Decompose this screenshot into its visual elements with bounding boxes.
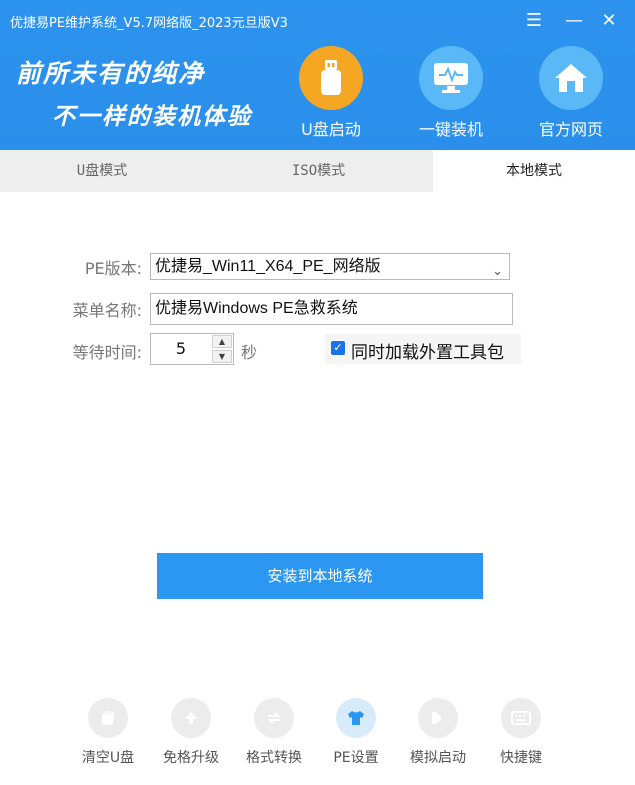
monitor-pulse-icon (419, 46, 483, 110)
tool-hotkeys[interactable]: 快捷键 (486, 698, 556, 767)
stepper-down-icon[interactable]: ▼ (212, 350, 232, 363)
wait-time-value: 5 (175, 339, 187, 358)
pe-version-value: 优捷易_Win11_X64_PE_网络版 (155, 258, 381, 275)
chevron-down-icon: ⌄ (492, 263, 503, 278)
tool-upgrade[interactable]: 免格升级 (156, 698, 226, 767)
convert-icon (254, 698, 294, 738)
nav-official-site-label: 官方网页 (538, 120, 603, 139)
play-icon (418, 698, 458, 738)
nav-official-site-button[interactable]: 官方网页 (526, 46, 616, 140)
tab-iso-mode[interactable]: ISO模式 (204, 150, 433, 192)
checkmark-icon: ✓ (331, 341, 345, 355)
menu-icon[interactable]: ☰ (519, 6, 549, 36)
nav-usb-boot-label: U盘启动 (301, 120, 361, 139)
usb-drive-icon (299, 46, 363, 110)
install-to-local-button[interactable]: 安装到本地系统 (157, 553, 483, 599)
tool-pe-settings-label: PE设置 (333, 750, 379, 766)
tool-simulate-boot[interactable]: 模拟启动 (403, 698, 473, 767)
load-tools-checkbox[interactable]: ✓ 同时加载外置工具包 (325, 334, 521, 364)
wait-time-label: 等待时间: (72, 343, 142, 362)
load-tools-label: 同时加载外置工具包 (351, 343, 504, 363)
tool-format-convert[interactable]: 格式转换 (239, 698, 309, 767)
tab-local-mode[interactable]: 本地模式 (433, 150, 635, 192)
header-banner: 优捷易PE维护系统_V5.7网络版_2023元旦版V3 ☰ — ✕ 前所未有的纯… (0, 0, 635, 150)
nav-one-key-install-button[interactable]: 一键装机 (406, 46, 496, 140)
wait-time-stepper[interactable]: 5 ▲ ▼ (150, 333, 234, 365)
keyboard-icon (501, 698, 541, 738)
tool-upgrade-label: 免格升级 (163, 750, 219, 766)
nav-usb-boot-button[interactable]: U盘启动 (286, 46, 376, 140)
upgrade-icon (171, 698, 211, 738)
slogan-line1: 前所未有的纯净 (16, 59, 206, 88)
tool-pe-settings[interactable]: PE设置 (321, 698, 391, 767)
tab-usb-mode[interactable]: U盘模式 (0, 150, 204, 192)
slogan-line2: 不一样的装机体验 (52, 104, 252, 130)
tool-clear-usb-label: 清空U盘 (81, 750, 135, 766)
tool-hotkeys-label: 快捷键 (500, 750, 542, 766)
nav-one-key-install-label: 一键装机 (418, 120, 483, 139)
wait-time-unit: 秒 (241, 343, 258, 362)
pe-version-select[interactable]: 优捷易_Win11_X64_PE_网络版 ⌄ (150, 253, 510, 280)
shirt-icon (336, 698, 376, 738)
close-icon[interactable]: ✕ (594, 6, 624, 36)
stepper-up-icon[interactable]: ▲ (212, 335, 232, 348)
home-icon (539, 46, 603, 110)
pe-version-label: PE版本: (84, 259, 142, 278)
tool-simulate-boot-label: 模拟启动 (410, 750, 466, 766)
tool-clear-usb[interactable]: 清空U盘 (73, 698, 143, 767)
menu-name-input[interactable]: 优捷易Windows PE急救系统 (150, 293, 513, 325)
minimize-icon[interactable]: — (559, 6, 589, 36)
clear-usb-icon (88, 698, 128, 738)
window-title: 优捷易PE维护系统_V5.7网络版_2023元旦版V3 (10, 16, 288, 31)
tool-format-convert-label: 格式转换 (246, 750, 302, 766)
mode-tabs: U盘模式 ISO模式 本地模式 (0, 150, 635, 192)
menu-name-label: 菜单名称: (72, 301, 142, 320)
